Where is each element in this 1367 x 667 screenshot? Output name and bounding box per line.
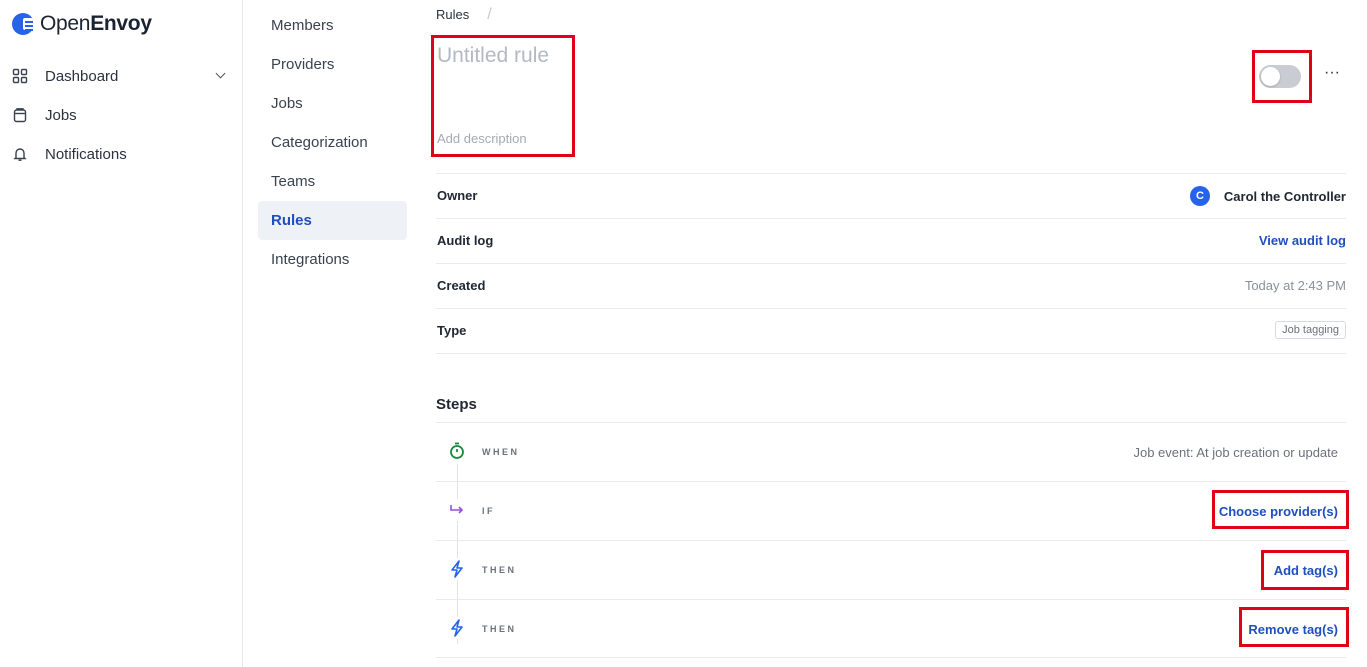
more-options-icon[interactable]: ··· xyxy=(1324,64,1340,82)
choose-providers-highlight-box xyxy=(1212,490,1349,529)
step-keyword: WHEN xyxy=(482,447,520,457)
sidebar-item-dashboard[interactable]: Dashboard xyxy=(12,63,232,89)
type-label: Type xyxy=(437,323,467,338)
sidebar-item-notifications[interactable]: Notifications xyxy=(12,141,232,167)
created-row: Created Today at 2:43 PM xyxy=(436,263,1346,308)
sidebar-item-label: Notifications xyxy=(45,145,127,163)
step-if: IF Choose provider(s) xyxy=(436,481,1346,540)
type-row: Type Job tagging xyxy=(436,308,1346,354)
breadcrumb-rules[interactable]: Rules xyxy=(436,7,469,22)
settings-nav-categorization[interactable]: Categorization xyxy=(258,123,407,162)
sidebar-item-jobs[interactable]: Jobs xyxy=(12,102,232,128)
created-value: Today at 2:43 PM xyxy=(1244,278,1346,293)
owner-value[interactable]: C Carol the Controller xyxy=(1189,186,1346,206)
remove-tags-highlight-box xyxy=(1239,607,1349,647)
settings-nav-rules[interactable]: Rules xyxy=(258,201,407,240)
owner-name: Carol the Controller xyxy=(1223,188,1346,204)
bell-icon xyxy=(12,146,28,162)
settings-nav-providers[interactable]: Providers xyxy=(258,45,407,84)
settings-nav-integrations[interactable]: Integrations xyxy=(258,240,407,279)
title-highlight-box xyxy=(431,35,575,157)
lightning-icon xyxy=(446,558,468,580)
sidebar-item-label: Jobs xyxy=(45,106,77,124)
owner-label: Owner xyxy=(437,188,478,203)
arrow-turn-icon xyxy=(446,499,468,521)
steps-title: Steps xyxy=(436,396,477,413)
step-value[interactable]: Job event: At job creation or update xyxy=(1133,445,1338,460)
stopwatch-icon xyxy=(446,440,468,462)
audit-log-label: Audit log xyxy=(437,233,494,248)
chevron-down-icon[interactable] xyxy=(215,68,226,79)
avatar: C xyxy=(1189,186,1210,206)
add-tags-highlight-box xyxy=(1261,550,1349,590)
sidebar-item-label: Dashboard xyxy=(45,67,119,85)
step-keyword: THEN xyxy=(482,565,517,575)
logo-icon xyxy=(12,13,34,35)
step-then-remove: THEN Remove tag(s) xyxy=(436,599,1346,658)
toggle-highlight-box xyxy=(1252,50,1312,103)
breadcrumb: Rules / xyxy=(436,6,492,24)
openenvoy-logo[interactable]: OpenEnvoy xyxy=(12,10,152,38)
step-then-add: THEN Add tag(s) xyxy=(436,540,1346,599)
settings-nav-teams[interactable]: Teams xyxy=(258,162,407,201)
logo-text: OpenEnvoy xyxy=(40,12,152,35)
clipboard-icon xyxy=(12,107,28,123)
app-sidebar: OpenEnvoy Dashboard Jobs Notifications xyxy=(0,0,243,667)
view-audit-log-link[interactable]: View audit log xyxy=(1259,233,1346,248)
type-chip: Job tagging xyxy=(1275,321,1346,339)
breadcrumb-separator: / xyxy=(487,6,492,23)
step-keyword: IF xyxy=(482,506,495,516)
audit-log-row: Audit log View audit log xyxy=(436,218,1346,263)
owner-row: Owner C Carol the Controller xyxy=(436,173,1346,218)
type-value: Job tagging xyxy=(1275,321,1346,339)
lightning-icon xyxy=(446,617,468,639)
settings-nav-members[interactable]: Members xyxy=(258,6,407,45)
created-label: Created xyxy=(437,278,486,293)
grid-icon xyxy=(12,68,28,84)
step-keyword: THEN xyxy=(482,624,517,634)
step-when: WHEN Job event: At job creation or updat… xyxy=(436,422,1346,481)
settings-nav-jobs[interactable]: Jobs xyxy=(258,84,407,123)
